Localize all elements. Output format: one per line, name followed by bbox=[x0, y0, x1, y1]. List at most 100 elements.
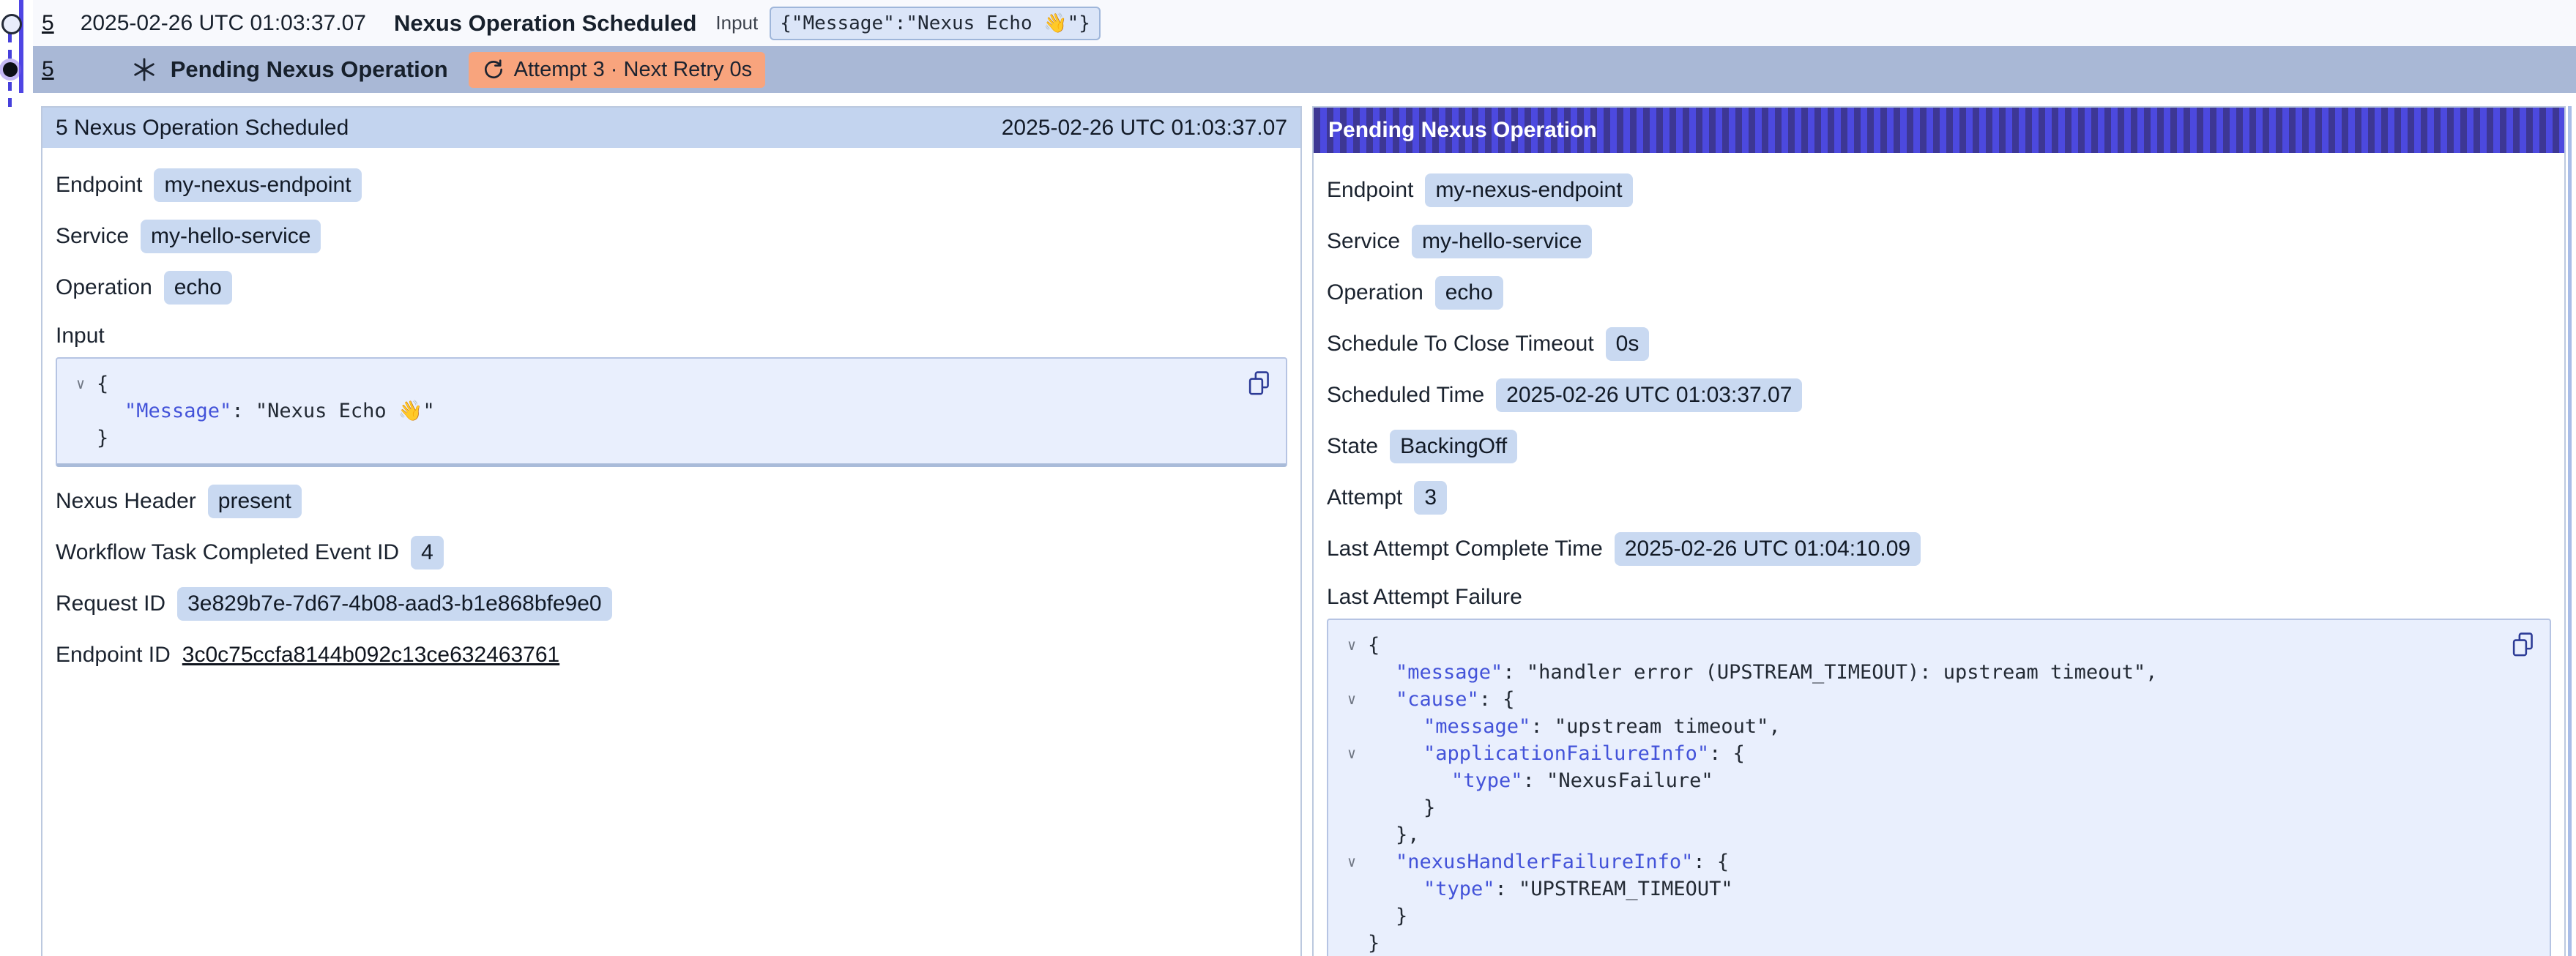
json-line-text: "type": "NexusFailure" bbox=[1368, 767, 1713, 794]
field-row: Attempt 3 bbox=[1327, 481, 2551, 515]
scheduled-fields-secondary: Nexus Header present Workflow Task Compl… bbox=[56, 485, 1287, 621]
event-id-link[interactable]: 5 bbox=[42, 11, 54, 36]
scheduled-event-panel-header: 5 Nexus Operation Scheduled 2025-02-26 U… bbox=[42, 108, 1300, 148]
pending-nexus-operation-row[interactable]: 5 Pending Nexus Operation Attempt 3 · Ne… bbox=[33, 46, 2576, 93]
json-line-text: "nexusHandlerFailureInfo": { bbox=[1368, 848, 1729, 875]
scheduled-event-panel: 5 Nexus Operation Scheduled 2025-02-26 U… bbox=[41, 106, 1302, 956]
event-timeline-rail bbox=[0, 0, 33, 146]
field-label: Scheduled Time bbox=[1327, 383, 1484, 408]
field-value-badge: 2025-02-26 UTC 01:04:10.09 bbox=[1615, 532, 1921, 566]
scheduled-event-panel-body: Endpoint my-nexus-endpoint Service my-he… bbox=[42, 148, 1300, 704]
field-label: Endpoint ID bbox=[56, 643, 171, 668]
event-timestamp: 2025-02-26 UTC 01:03:37.07 bbox=[81, 11, 366, 36]
collapse-chevron-icon[interactable]: ∨ bbox=[64, 370, 97, 397]
json-line-text: } bbox=[1368, 794, 1435, 821]
field-label: Operation bbox=[1327, 280, 1423, 305]
json-line-text: "type": "UPSTREAM_TIMEOUT" bbox=[1368, 875, 1733, 903]
event-detail-panels: 5 Nexus Operation Scheduled 2025-02-26 U… bbox=[41, 106, 2566, 956]
field-label: Endpoint bbox=[56, 173, 142, 198]
field-value-badge: echo bbox=[164, 271, 232, 305]
field-value-badge: 3 bbox=[1414, 481, 1447, 515]
field-label: Request ID bbox=[56, 591, 165, 616]
json-line-text: "applicationFailureInfo": { bbox=[1368, 740, 1745, 767]
field-value-badge: 4 bbox=[411, 536, 444, 570]
field-row: Workflow Task Completed Event ID 4 bbox=[56, 536, 1287, 570]
field-label: Service bbox=[56, 224, 129, 249]
attempt-retry-badge: Attempt 3 · Next Retry 0s bbox=[469, 52, 766, 88]
field-value-badge: 2025-02-26 UTC 01:03:37.07 bbox=[1496, 378, 1802, 412]
field-label: Attempt bbox=[1327, 485, 1402, 510]
scheduled-fields: Endpoint my-nexus-endpoint Service my-he… bbox=[56, 168, 1287, 305]
json-line: "Message": "Nexus Echo 👋" bbox=[64, 397, 1235, 425]
endpoint-id-link[interactable]: 3c0c75ccfa8144b092c13ce632463761 bbox=[182, 643, 559, 668]
pending-operation-panel-header: Pending Nexus Operation bbox=[1314, 108, 2564, 153]
field-row: Schedule To Close Timeout 0s bbox=[1327, 327, 2551, 361]
collapse-chevron-icon[interactable]: ∨ bbox=[1336, 848, 1368, 875]
json-line: } bbox=[1336, 794, 2498, 821]
collapse-chevron-icon[interactable]: ∨ bbox=[1336, 740, 1368, 767]
json-line: "type": "UPSTREAM_TIMEOUT" bbox=[1336, 875, 2498, 903]
attempt-badge-text: Attempt 3 · Next Retry 0s bbox=[514, 58, 753, 82]
input-json-viewer: ∨{"Message": "Nexus Echo 👋"} bbox=[56, 357, 1287, 467]
event-node-open-icon bbox=[1, 14, 22, 34]
event-input-label: Input bbox=[715, 12, 758, 34]
pending-operation-title: Pending Nexus Operation bbox=[171, 56, 448, 83]
json-line: } bbox=[1336, 930, 2498, 956]
field-row: Scheduled Time 2025-02-26 UTC 01:03:37.0… bbox=[1327, 378, 2551, 412]
collapse-chevron-icon[interactable]: ∨ bbox=[1336, 632, 1368, 659]
field-label: Workflow Task Completed Event ID bbox=[56, 540, 399, 565]
details-scrollbar[interactable] bbox=[2568, 106, 2572, 956]
field-value-badge: 3e829b7e-7d67-4b08-aad3-b1e868bfe9e0 bbox=[177, 587, 612, 621]
json-line: "message": "handler error (UPSTREAM_TIME… bbox=[1336, 659, 2498, 686]
json-line: ∨"applicationFailureInfo": { bbox=[1336, 740, 2498, 767]
field-value-badge: present bbox=[208, 485, 302, 518]
field-row: Endpoint my-nexus-endpoint bbox=[56, 168, 1287, 202]
endpoint-id-row: Endpoint ID 3c0c75ccfa8144b092c13ce63246… bbox=[56, 638, 1287, 672]
in-progress-asterisk-icon bbox=[131, 56, 157, 83]
timeline-active-bar-icon bbox=[19, 0, 23, 93]
json-line-text: } bbox=[1368, 930, 1380, 956]
panel-timestamp: 2025-02-26 UTC 01:03:37.07 bbox=[1002, 116, 1287, 141]
pending-operation-panel: Pending Nexus Operation Endpoint my-nexu… bbox=[1312, 106, 2566, 956]
field-row: Operation echo bbox=[1327, 276, 2551, 310]
json-line: ∨"cause": { bbox=[1336, 686, 2498, 713]
json-line: ∨{ bbox=[1336, 632, 2498, 659]
field-label: Service bbox=[1327, 229, 1400, 254]
pending-event-id-link[interactable]: 5 bbox=[42, 57, 54, 82]
json-line: ∨"nexusHandlerFailureInfo": { bbox=[1336, 848, 2498, 875]
field-value-badge: 0s bbox=[1606, 327, 1650, 361]
json-line-text: { bbox=[97, 370, 108, 397]
json-line-text: "cause": { bbox=[1368, 686, 1515, 713]
collapse-chevron-icon[interactable]: ∨ bbox=[1336, 686, 1368, 713]
event-input-preview-badge: {"Message":"Nexus Echo 👋"} bbox=[770, 7, 1101, 40]
json-line-text: "Message": "Nexus Echo 👋" bbox=[97, 397, 435, 425]
input-section-label: Input bbox=[56, 324, 1287, 348]
panel-title: 5 Nexus Operation Scheduled bbox=[56, 116, 349, 141]
field-label: State bbox=[1327, 434, 1378, 459]
field-row: Operation echo bbox=[56, 271, 1287, 305]
copy-icon[interactable] bbox=[1246, 369, 1273, 398]
field-label: Operation bbox=[56, 275, 152, 300]
field-value-badge: my-hello-service bbox=[141, 220, 321, 253]
json-line-text: { bbox=[1368, 632, 1380, 659]
field-label: Schedule To Close Timeout bbox=[1327, 332, 1594, 356]
json-line-text: } bbox=[97, 425, 108, 452]
json-line-text: }, bbox=[1368, 821, 1420, 848]
json-line-text: "message": "handler error (UPSTREAM_TIME… bbox=[1368, 659, 2157, 686]
field-label: Last Attempt Complete Time bbox=[1327, 537, 1603, 561]
json-line: }, bbox=[1336, 821, 2498, 848]
json-line: } bbox=[64, 425, 1235, 452]
event-title: Nexus Operation Scheduled bbox=[394, 10, 696, 37]
json-line: "message": "upstream timeout", bbox=[1336, 713, 2498, 740]
json-lines: ∨{"message": "handler error (UPSTREAM_TI… bbox=[1336, 632, 2498, 956]
json-line: ∨{ bbox=[64, 370, 1235, 397]
copy-icon[interactable] bbox=[2510, 630, 2536, 660]
field-row: State BackingOff bbox=[1327, 430, 2551, 463]
field-value-badge: my-nexus-endpoint bbox=[1425, 173, 1632, 207]
event-row-nexus-operation-scheduled[interactable]: 5 2025-02-26 UTC 01:03:37.07 Nexus Opera… bbox=[33, 0, 2576, 46]
json-line: "type": "NexusFailure" bbox=[1336, 767, 2498, 794]
field-row: Request ID 3e829b7e-7d67-4b08-aad3-b1e86… bbox=[56, 587, 1287, 621]
json-line-text: "message": "upstream timeout", bbox=[1368, 713, 1781, 740]
json-line-text: } bbox=[1368, 903, 1407, 930]
field-row: Nexus Header present bbox=[56, 485, 1287, 518]
